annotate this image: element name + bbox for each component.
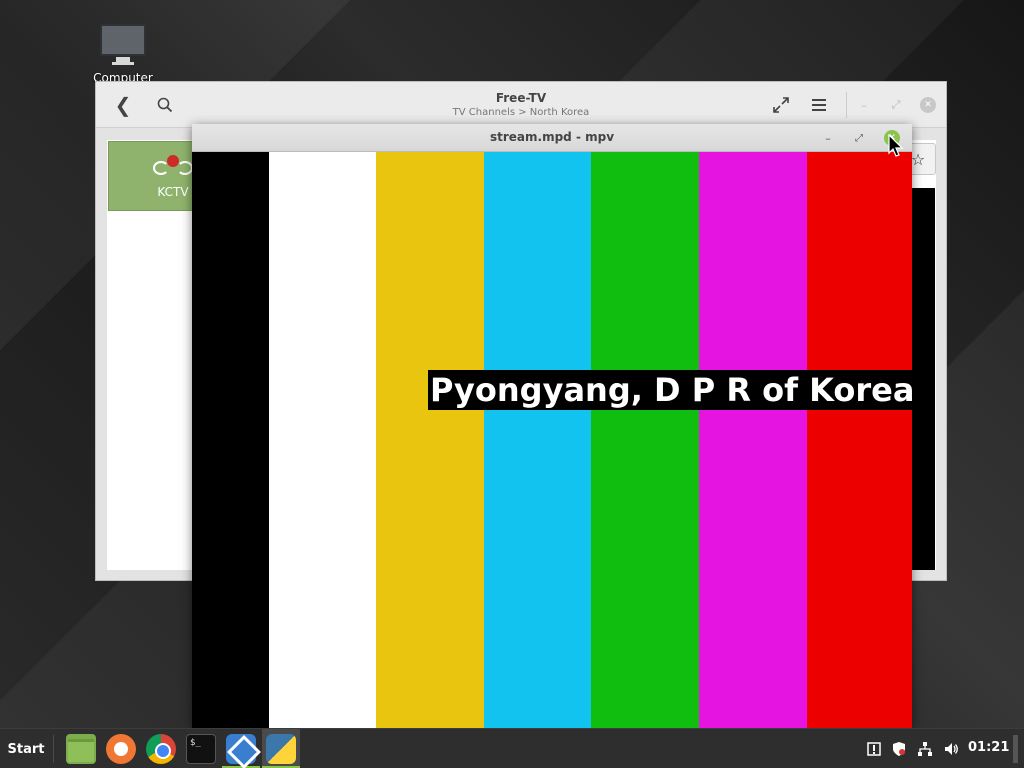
firefox-icon[interactable] [106, 734, 136, 764]
color-bar-white [269, 152, 376, 728]
free-tv-headerbar: ❮ Free-TV TV Channels > North Korea – ⤢ … [96, 82, 946, 128]
color-bar-cyan [484, 152, 591, 728]
mpv-titlebar[interactable]: stream.mpd - mpv – ⤢ ✕ [192, 124, 912, 152]
desktop-icon-computer[interactable]: Computer [88, 24, 158, 85]
files-icon[interactable] [66, 734, 96, 764]
window-title: Free-TV [495, 91, 547, 105]
search-icon[interactable] [154, 94, 176, 116]
python-icon[interactable] [266, 734, 296, 764]
video-area[interactable]: Pyongyang, D P R of Korea [192, 152, 912, 728]
channel-label: KCTV [157, 185, 189, 199]
video-caption: Pyongyang, D P R of Korea [428, 370, 912, 410]
network-icon[interactable] [916, 740, 934, 758]
maximize-icon[interactable]: ⤢ [851, 130, 867, 146]
color-bar-magenta [699, 152, 807, 728]
chrome-icon[interactable] [146, 734, 176, 764]
maximize-icon[interactable]: ⤢ [888, 97, 904, 113]
close-icon[interactable]: ✕ [920, 97, 936, 113]
free-tv-icon[interactable] [226, 734, 256, 764]
color-bar-yellow [376, 152, 484, 728]
video-preview [911, 188, 935, 570]
monitor-icon [100, 24, 146, 56]
mpv-window: stream.mpd - mpv – ⤢ ✕ Pyongyang, D P R … [192, 124, 912, 728]
color-bar-red [807, 152, 912, 728]
taskbar: Start $_ 01:21 [0, 728, 1024, 768]
kctv-logo-icon [153, 153, 193, 183]
terminal-icon[interactable]: $_ [186, 734, 216, 764]
minimize-icon[interactable]: – [856, 97, 872, 113]
hamburger-menu-icon[interactable] [808, 94, 830, 116]
volume-icon[interactable] [942, 740, 960, 758]
update-manager-icon[interactable] [865, 740, 883, 758]
fullscreen-icon[interactable] [770, 94, 792, 116]
clock[interactable]: 01:21 [968, 740, 1009, 755]
minimize-icon[interactable]: – [820, 130, 836, 146]
color-bar-green [591, 152, 699, 728]
color-bar-black [192, 152, 269, 728]
shield-icon[interactable] [890, 740, 908, 758]
show-desktop-button[interactable] [1013, 735, 1018, 763]
breadcrumb: TV Channels > North Korea [452, 107, 590, 118]
back-arrow-icon[interactable]: ❮ [112, 93, 134, 117]
window-title: stream.mpd - mpv [489, 130, 615, 144]
start-button[interactable]: Start [0, 729, 52, 768]
